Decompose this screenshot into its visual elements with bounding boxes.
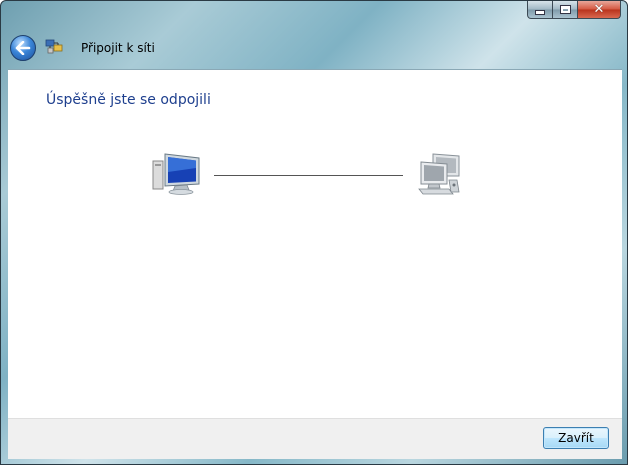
close-button[interactable]: Zavřít	[543, 427, 609, 449]
status-heading: Úspěšně jste se odpojili	[46, 92, 211, 108]
computer-icon	[152, 153, 200, 195]
content-panel: Úspěšně jste se odpojili	[8, 69, 622, 420]
caption-buttons: ✕	[527, 1, 621, 20]
minimize-button[interactable]	[527, 1, 553, 19]
close-icon: ✕	[593, 2, 605, 17]
window-title: Připojit k síti	[81, 41, 155, 55]
maximize-button[interactable]	[553, 1, 578, 19]
back-button[interactable]	[10, 35, 36, 61]
navigation-bar: Připojit k síti	[1, 29, 627, 67]
maximize-icon	[560, 6, 570, 13]
network-icon	[418, 153, 460, 195]
connection-line	[214, 175, 403, 176]
back-arrow-icon	[15, 41, 31, 55]
minimize-icon	[535, 10, 545, 15]
network-connect-icon	[45, 39, 63, 54]
dialog-footer: Zavřít	[8, 418, 622, 459]
close-window-button[interactable]: ✕	[578, 1, 621, 19]
dialog-window: ✕ Připojit k síti Úspěšně jste se odpoji…	[0, 0, 628, 465]
